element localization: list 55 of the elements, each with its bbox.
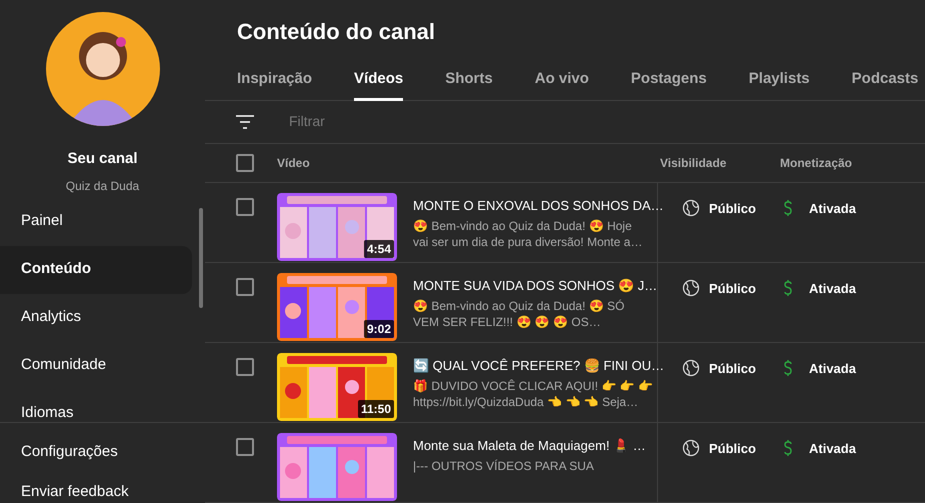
nav-item[interactable]: Analytics [0,294,192,342]
visibility-status: Público [709,280,756,298]
visibility-status: Público [709,200,756,218]
monetization-status: Ativada [809,280,856,298]
filter-icon[interactable] [235,114,255,130]
video-title[interactable]: MONTE O ENXOVAL DOS SONHOS DA… [413,196,664,216]
tab[interactable]: Inspiração [237,54,312,102]
dollar-icon [783,199,793,217]
video-description: 🎁 DUVIDO VOCÊ CLICAR AQUI! 👉 👉 👉 https://bit.ly/QuizdaDuda 👈 👈 👈 Seja… [413,378,654,410]
monetization-status: Ativada [809,440,856,458]
tab[interactable]: Ao vivo [534,54,589,102]
column-header: Visibilidade [660,154,728,172]
visibility-status: Público [709,360,756,378]
duration-badge: 9:02 [364,320,394,338]
filter-field[interactable]: Filtrar [289,111,489,132]
tab[interactable]: Playlists [748,54,810,102]
page-title: Conteúdo do canal [236,18,436,46]
tab[interactable]: Vídeos [354,54,404,102]
video-description: |--- OUTROS VÍDEOS PARA SUA [413,458,595,474]
dollar-icon [783,439,793,457]
tab[interactable]: Postagens [630,54,707,102]
dollar-icon [783,279,793,297]
select-all-checkbox[interactable] [236,154,254,172]
globe-icon [682,199,700,217]
nav-item[interactable]: Configurações [0,432,205,472]
globe-icon [682,439,700,457]
nav-item[interactable]: Conteúdo [0,246,192,294]
video-title[interactable]: 🔄 QUAL VOCÊ PREFERE? 🍔 FINI OU… [413,356,664,376]
nav-item[interactable]: Painel [0,198,192,246]
duration-badge: 11:50 [358,400,394,418]
monetization-status: Ativada [809,200,856,218]
tab[interactable]: Shorts [445,54,493,102]
row-checkbox[interactable] [236,278,254,296]
column-header: Monetização [780,154,852,172]
video-description: 😍 Bem-vindo ao Quiz da Duda! 😍 SÓ VEM SER FELIZ!!! 😍 😍 😍 OS… [413,298,626,330]
video-title[interactable]: Monte sua Maleta de Maquiagem! 💄 … [413,436,646,456]
nav-item[interactable]: Enviar feedback [0,472,205,503]
nav-item[interactable]: Comunidade [0,342,192,390]
row-checkbox[interactable] [236,198,254,216]
column-header: Vídeo [277,154,311,172]
nav-item[interactable]: Idiomas [0,390,192,422]
globe-icon [682,359,700,377]
visibility-status: Público [709,440,756,458]
row-checkbox[interactable] [236,358,254,376]
duration-badge: 4:54 [364,240,394,258]
channel-name: Quiz da Duda [66,178,140,194]
scrollbar[interactable] [199,208,203,308]
row-checkbox[interactable] [236,438,254,456]
video-title[interactable]: MONTE SUA VIDA DOS SONHOS 😍 J… [413,276,658,296]
channel-title: Seu canal [67,149,138,169]
tab[interactable]: Podcasts [852,54,918,102]
dollar-icon [783,359,793,377]
video-description: 😍 Bem-vindo ao Quiz da Duda! 😍 Hoje vai ser um dia de pura diversão! Monte a… [413,218,644,250]
globe-icon [682,279,700,297]
monetization-status: Ativada [809,360,856,378]
